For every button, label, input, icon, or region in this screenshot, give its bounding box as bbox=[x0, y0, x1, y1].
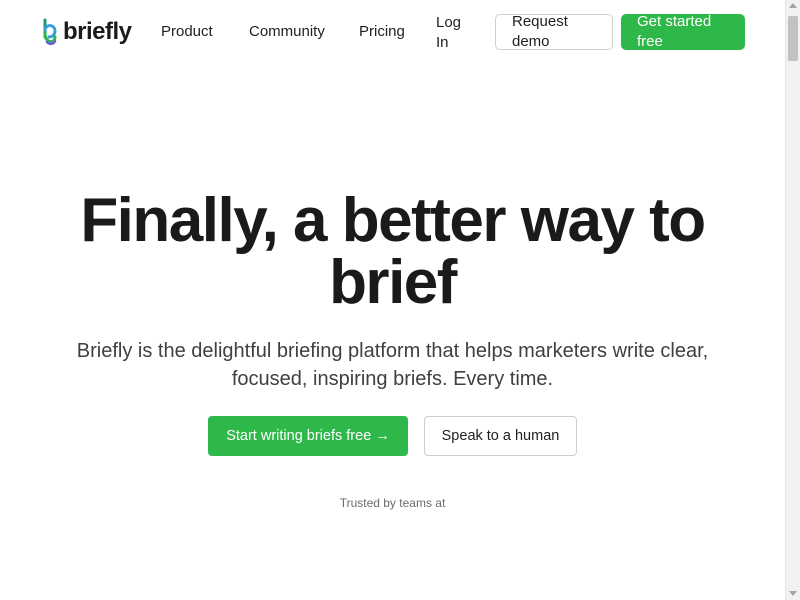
scroll-up-arrow-icon[interactable] bbox=[789, 3, 797, 8]
nav-login[interactable]: Log In bbox=[436, 13, 476, 53]
get-started-button[interactable]: Get started free bbox=[621, 13, 745, 50]
scroll-thumb[interactable] bbox=[788, 16, 798, 61]
hero-title: Finally, a better way to brief bbox=[80, 186, 706, 317]
site-header: briefly Product Community Pricing Log In… bbox=[0, 0, 785, 64]
scroll-down-arrow-icon[interactable] bbox=[789, 591, 797, 596]
nav-pricing[interactable]: Pricing bbox=[359, 23, 405, 41]
page: briefly Product Community Pricing Log In… bbox=[0, 0, 785, 600]
nav-product[interactable]: Product bbox=[161, 23, 213, 41]
request-demo-button[interactable]: Request demo bbox=[495, 13, 613, 50]
brand-logo[interactable]: briefly bbox=[42, 16, 132, 48]
briefly-logo-icon bbox=[43, 18, 57, 46]
brand-name: briefly bbox=[63, 18, 132, 45]
start-writing-button[interactable]: Start writing briefs free → bbox=[208, 416, 408, 456]
nav-community[interactable]: Community bbox=[249, 23, 325, 41]
hero-subtitle: Briefly is the delightful briefing platf… bbox=[76, 340, 709, 390]
speak-to-human-button[interactable]: Speak to a human bbox=[424, 416, 577, 456]
vertical-scrollbar[interactable] bbox=[785, 0, 800, 600]
trusted-by-label: Trusted by teams at bbox=[339, 496, 446, 510]
